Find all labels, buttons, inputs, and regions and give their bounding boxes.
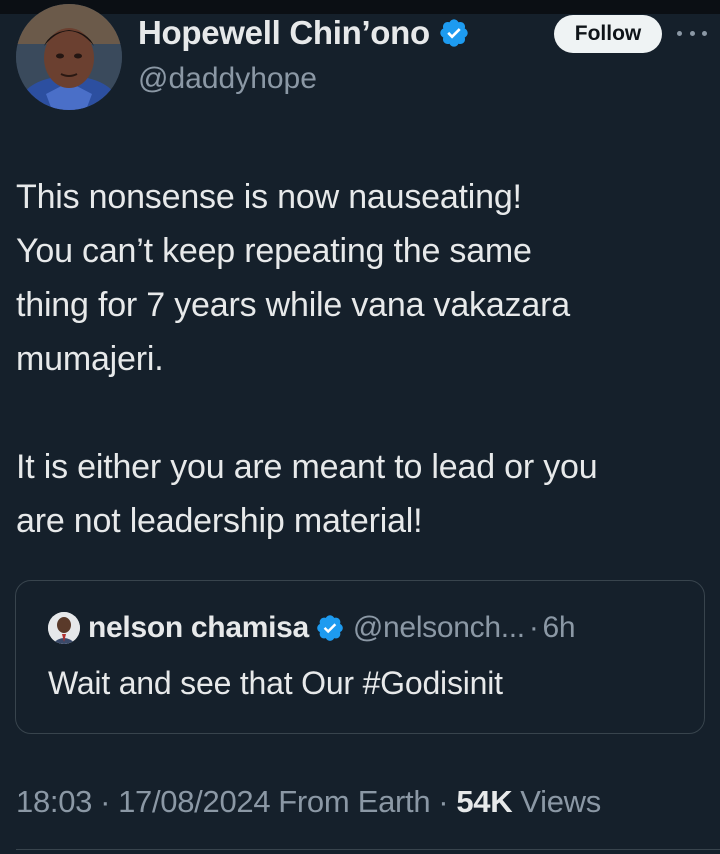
author-handle[interactable]: @daddyhope [138, 62, 317, 96]
quoted-author-handle: @nelsonch... [352, 611, 525, 644]
profile-photo-icon [16, 4, 122, 110]
quoted-author-avatar[interactable] [48, 612, 80, 644]
tweet-line: are not leadership material! [16, 502, 423, 540]
dot [677, 30, 682, 36]
tweet-line: You can’t keep repeating the same [16, 232, 532, 270]
tweet-date[interactable]: 17/08/2024 [118, 784, 270, 820]
views-count[interactable]: 54K [456, 784, 512, 820]
tweet-line: thing for 7 years while vana vakazara [16, 286, 570, 324]
dot [702, 30, 707, 36]
tweet-meta: 18:03 · 17/08/2024 From Earth · 54K View… [16, 784, 601, 820]
tweet-line: This nonsense is now nauseating! [16, 178, 522, 216]
author-avatar[interactable] [16, 4, 122, 110]
profile-photo-icon [48, 612, 80, 644]
separator-dot: · [100, 784, 111, 819]
views-label[interactable]: Views [520, 784, 601, 820]
quoted-tweet-card[interactable]: nelson chamisa @nelsonch... · 6h Wait an… [15, 580, 705, 734]
status-bar [0, 0, 720, 14]
follow-button[interactable]: Follow [554, 15, 662, 53]
tweet-time[interactable]: 18:03 [16, 784, 92, 820]
tweet-source: From Earth [278, 784, 431, 819]
author-name-row[interactable]: Hopewell Chin’ono [138, 14, 470, 52]
verified-badge-icon [440, 19, 468, 47]
more-options-icon[interactable] [677, 20, 707, 46]
divider [16, 849, 720, 850]
quoted-tweet-time: 6h [542, 611, 576, 644]
separator-dot: · [438, 784, 449, 819]
tweet-text: This nonsense is now nauseating! You can… [16, 170, 706, 548]
tweet-line: It is either you are meant to lead or yo… [16, 448, 598, 486]
tweet-page: Hopewell Chin’ono @daddyhope Follow This… [0, 0, 720, 854]
dot [689, 30, 695, 36]
author-name[interactable]: Hopewell Chin’ono [138, 14, 430, 52]
tweet-line: mumajeri. [16, 340, 164, 378]
verified-badge-icon [317, 615, 343, 641]
quoted-author-name: nelson chamisa [88, 611, 309, 644]
quoted-tweet-header: nelson chamisa @nelsonch... · 6h [48, 611, 576, 645]
quoted-tweet-text: Wait and see that Our #Godisinit [48, 665, 503, 701]
separator-dot: · [528, 611, 539, 644]
